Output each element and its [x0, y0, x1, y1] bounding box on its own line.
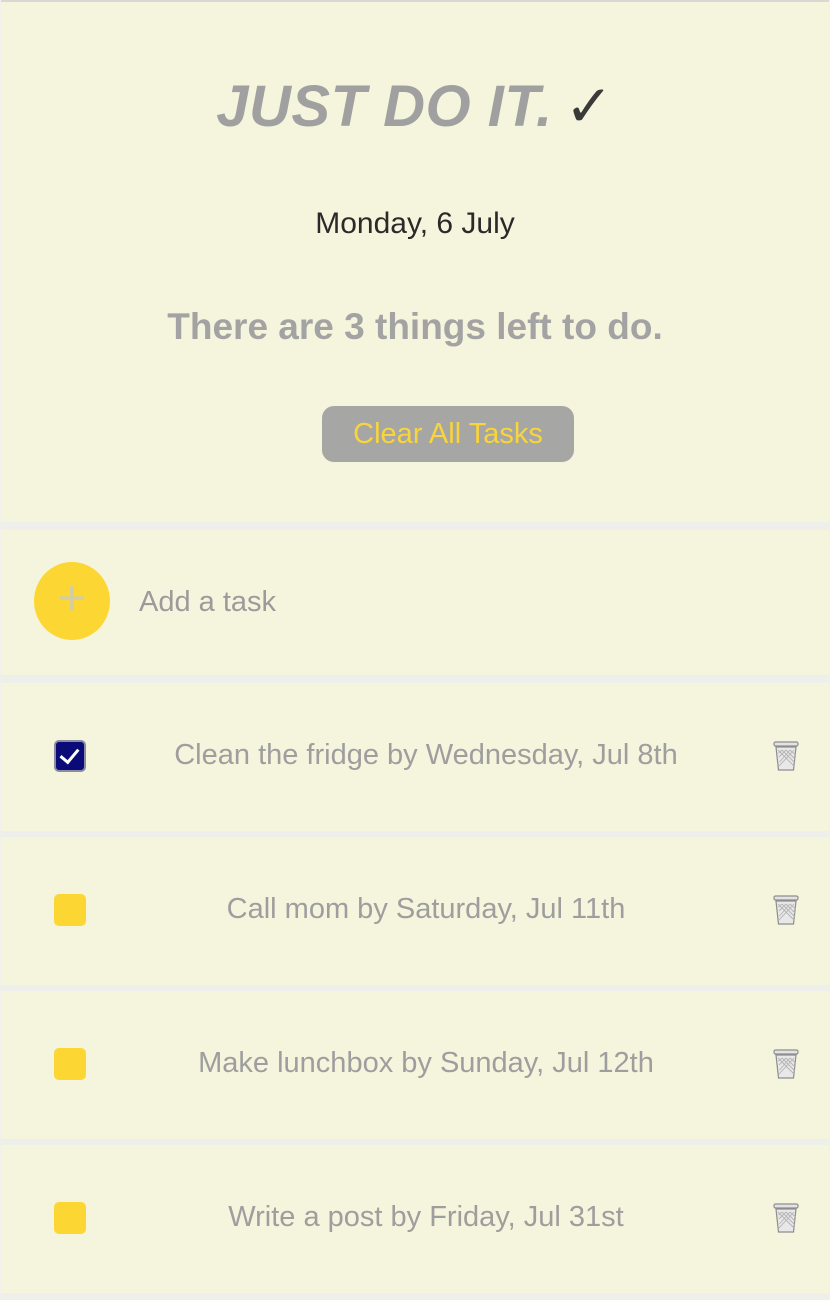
task-item: Write a post by Friday, Jul 31st: [1, 1145, 829, 1293]
trash-can-icon[interactable]: [771, 1046, 801, 1080]
app-title-text: JUST DO IT.: [216, 74, 553, 139]
task-item: Make lunchbox by Sunday, Jul 12th: [1, 991, 829, 1139]
current-date: Monday, 6 July: [315, 207, 515, 240]
task-text: Make lunchbox by Sunday, Jul 12th: [198, 1047, 654, 1079]
clear-all-tasks-button[interactable]: Clear All Tasks: [322, 406, 574, 462]
trash-can-icon[interactable]: [771, 1200, 801, 1234]
task-text: Clean the fridge by Wednesday, Jul 8th: [174, 739, 678, 771]
trash-can-icon[interactable]: [771, 738, 801, 772]
add-task-input[interactable]: [139, 578, 779, 626]
task-checkbox-checked[interactable]: [54, 740, 86, 772]
task-text: Write a post by Friday, Jul 31st: [228, 1201, 624, 1233]
app-title: JUST DO IT. ✓: [1, 68, 829, 145]
trash-can-icon[interactable]: [771, 892, 801, 926]
todo-app: JUST DO IT. ✓ Monday, 6 July There are 3 …: [1, 0, 829, 1300]
add-task-row: +: [1, 530, 829, 675]
plus-icon: +: [57, 570, 87, 626]
add-task-button[interactable]: +: [34, 562, 110, 640]
task-checkbox[interactable]: [54, 1202, 86, 1234]
checkmark-icon: ✓: [564, 72, 614, 140]
header-panel: JUST DO IT. ✓ Monday, 6 July There are 3 …: [1, 2, 829, 522]
task-item: Call mom by Saturday, Jul 11th: [1, 837, 829, 985]
task-text: Call mom by Saturday, Jul 11th: [226, 893, 626, 925]
task-checkbox[interactable]: [54, 894, 86, 926]
task-item: Clean the fridge by Wednesday, Jul 8th: [1, 683, 829, 831]
task-checkbox[interactable]: [54, 1048, 86, 1080]
tasks-remaining-summary: There are 3 things left to do.: [167, 306, 663, 347]
